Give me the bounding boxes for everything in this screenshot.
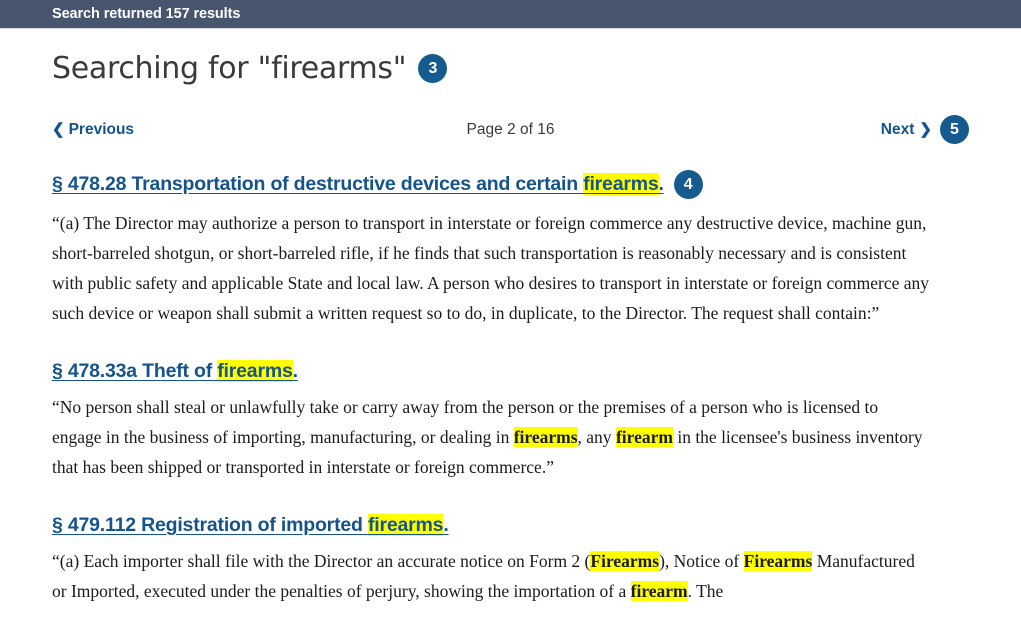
page-content: Searching for "firearms" 3 ❮ Previous Pag… (0, 29, 1021, 606)
result-title-link[interactable]: § 478.28 Transportation of destructive d… (52, 173, 664, 196)
snippet-text: ), Notice of (659, 551, 744, 571)
page-indicator: Page 2 of 16 (466, 120, 555, 138)
result-snippet: “No person shall steal or unlawfully tak… (52, 392, 932, 482)
pagination-previous-group: ❮ Previous (52, 121, 172, 139)
result-title-suffix: . (658, 173, 664, 195)
snippet-highlight: Firearms (590, 551, 660, 571)
step-badge-3: 3 (418, 54, 448, 83)
result-title-link[interactable]: § 478.33a Theft of firearms. (52, 360, 298, 383)
previous-page-label: Previous (68, 120, 135, 138)
result-title-suffix: . (292, 360, 298, 382)
step-badge-5: 5 (939, 115, 969, 144)
chevron-right-icon: ❯ (919, 121, 932, 138)
search-result-item: § 479.112 Registration of imported firea… (52, 514, 969, 606)
page-title-query: "firearms" (257, 51, 407, 86)
snippet-highlight: firearm (630, 581, 688, 601)
status-bar: Search returned 157 results (0, 0, 1021, 29)
result-title-suffix: . (443, 514, 449, 536)
search-result-item: § 478.28 Transportation of destructive d… (52, 170, 969, 328)
search-result-item: § 478.33a Theft of firearms. “No person … (52, 360, 969, 482)
page-title: Searching for "firearms" 3 (52, 29, 969, 86)
result-snippet: “(a) Each importer shall file with the D… (52, 546, 932, 606)
next-page-label: Next (880, 120, 915, 138)
result-title-highlight: firearms (583, 173, 659, 195)
result-title-link[interactable]: § 479.112 Registration of imported firea… (52, 514, 449, 537)
pagination-controls: ❮ Previous Page 2 of 16 Next ❯ 5 (52, 115, 969, 144)
step-badge-4: 4 (673, 170, 703, 199)
snippet-text: , any (577, 427, 616, 447)
search-result-count: Search returned 157 results (52, 6, 241, 22)
search-results-list: § 478.28 Transportation of destructive d… (52, 170, 969, 606)
result-snippet: “(a) The Director may authorize a person… (52, 208, 932, 328)
snippet-highlight: firearm (615, 427, 673, 447)
snippet-text: “(a) Each importer shall file with the D… (52, 551, 591, 571)
result-title-row: § 479.112 Registration of imported firea… (52, 514, 969, 537)
snippet-highlight: firearms (513, 427, 578, 447)
result-title-text: § 478.33a Theft of (52, 360, 218, 382)
next-page-link[interactable]: Next ❯ (881, 121, 932, 139)
pagination-next-group: Next ❯ 5 (849, 115, 969, 144)
page-title-prefix: Searching for (52, 51, 258, 86)
result-title-text: § 478.28 Transportation of destructive d… (52, 173, 584, 195)
snippet-highlight: Firearms (743, 551, 813, 571)
result-title-row: § 478.33a Theft of firearms. (52, 360, 969, 383)
snippet-text: . The (687, 581, 724, 601)
result-title-highlight: firearms (367, 514, 444, 536)
result-title-text: § 479.112 Registration of imported (52, 514, 368, 536)
result-title-row: § 478.28 Transportation of destructive d… (52, 170, 969, 199)
pagination-status-group: Page 2 of 16 (467, 121, 555, 139)
result-title-highlight: firearms (217, 360, 293, 382)
snippet-text: “(a) The Director may authorize a person… (52, 213, 929, 323)
chevron-left-icon: ❮ (52, 121, 65, 138)
previous-page-link[interactable]: ❮ Previous (52, 121, 134, 139)
